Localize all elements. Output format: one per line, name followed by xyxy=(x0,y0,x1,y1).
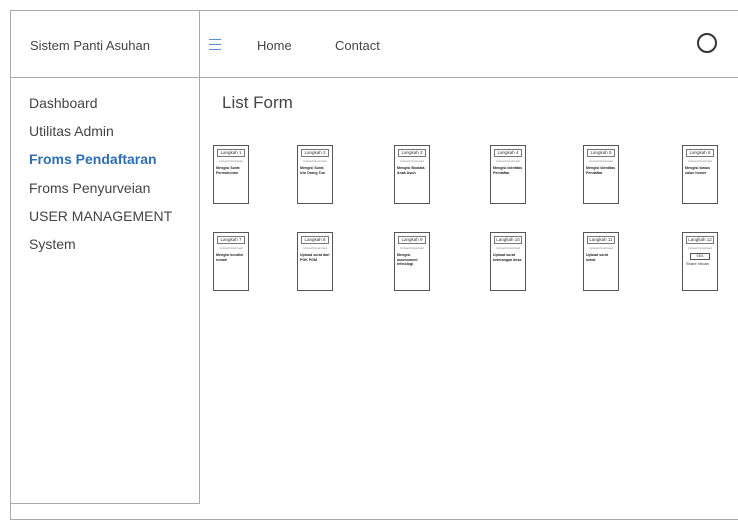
card-upload-download-link[interactable]: Upload Download xyxy=(492,246,524,250)
form-card[interactable]: Langkah 2 Upload Download Mengisi Surat Iz… xyxy=(297,145,333,204)
card-title: Langkah 2 xyxy=(301,149,329,157)
hamburger-menu-icon[interactable] xyxy=(209,39,221,51)
card-title: Langkah 4 xyxy=(494,149,522,157)
header-divider xyxy=(199,10,200,78)
card-upload-download-link[interactable]: Upload Download xyxy=(396,246,428,250)
card-upload-download-link[interactable]: Upload Download xyxy=(684,159,716,163)
card-upload-download-link[interactable]: Upload Download xyxy=(684,246,716,250)
form-card[interactable]: Langkah 5 Upload Download Mengisi Identita… xyxy=(583,145,619,204)
card-title: Langkah 3 xyxy=(398,149,426,157)
card-description: Mengisi kondisi rumah xyxy=(216,253,243,262)
nav-home-link[interactable]: Home xyxy=(257,38,292,53)
card-title: Langkah 9 xyxy=(398,236,426,244)
card-upload-download-link[interactable]: Upload Download xyxy=(215,246,247,250)
sidebar-item-utilitas-admin[interactable]: Utilitas Admin xyxy=(29,123,114,139)
card-description: Upload surat dari PGK PGM xyxy=(300,253,330,262)
card-title: Langkah 8 xyxy=(301,236,329,244)
card-upload-download-link[interactable]: Upload Download xyxy=(299,246,331,250)
card-upload-download-link[interactable]: Upload Download xyxy=(396,159,428,163)
card-title: Langkah 12 xyxy=(686,236,714,244)
card-description: Mengisi Surat Izin Orang Tua xyxy=(300,166,325,175)
card-title: Langkah 1 xyxy=(217,149,245,157)
nav-contact-link[interactable]: Contact xyxy=(335,38,380,53)
profile-circle-icon[interactable] xyxy=(697,33,717,53)
form-card[interactable]: Langkah 1 Upload Download Mengisi Surat Pe… xyxy=(213,145,249,204)
sidebar-item-system[interactable]: System xyxy=(29,236,76,252)
card-title: Langkah 6 xyxy=(686,149,714,157)
form-card[interactable]: Langkah 7 Upload Download Mengisi kondisi … xyxy=(213,232,249,291)
card-share-text: Share Infoan xyxy=(686,261,709,266)
card-action-button[interactable]: SEA xyxy=(690,253,710,260)
card-upload-download-link[interactable]: Upload Download xyxy=(299,159,331,163)
sidebar-item-dashboard[interactable]: Dashboard xyxy=(29,95,98,111)
sidebar-item-froms-penyurveian[interactable]: Froms Penyurveian xyxy=(29,180,150,196)
form-card[interactable]: Langkah 9 Upload Download Mengisi assessme… xyxy=(394,232,430,291)
card-description: Mengisi Biodata Anak Asuh xyxy=(397,166,425,175)
page-title: List Form xyxy=(222,93,293,112)
card-upload-download-link[interactable]: Upload Download xyxy=(585,246,617,250)
card-title: Langkah 7 xyxy=(217,236,245,244)
form-card[interactable]: Langkah 8 Upload Download Upload surat dar… xyxy=(297,232,333,291)
form-card[interactable]: Langkah 12 Upload Download SEA Share Infoan xyxy=(682,232,718,291)
sidebar-item-user-management[interactable]: USER MANAGEMENT xyxy=(29,208,172,224)
card-description: Upload surat sehat xyxy=(586,253,608,262)
brand-title[interactable]: Sistem Panti Asuhan xyxy=(30,38,150,53)
card-description: Upload surat keterangan desa xyxy=(493,253,522,262)
card-upload-download-link[interactable]: Upload Download xyxy=(492,159,524,163)
form-card[interactable]: Langkah 3 Upload Download Mengisi Biodata … xyxy=(394,145,430,204)
form-card[interactable]: Langkah 6 Upload Download Mengisi status c… xyxy=(682,145,718,204)
card-upload-download-link[interactable]: Upload Download xyxy=(585,159,617,163)
card-description: Mengisi assessment tehnologi xyxy=(397,253,418,267)
form-card[interactable]: Langkah 4 Upload Download Mengisi Identita… xyxy=(490,145,526,204)
card-description: Mengisi Identitas Pendaftar xyxy=(586,166,616,175)
card-title: Langkah 5 xyxy=(587,149,615,157)
form-card[interactable]: Langkah 10 Upload Download Upload surat ke… xyxy=(490,232,526,291)
card-description: Mengisi Identitas Pendaftar xyxy=(493,166,523,175)
card-title: Langkah 11 xyxy=(587,236,615,244)
card-description: Mengisi Surat Permohonan xyxy=(216,166,240,175)
sidebar xyxy=(10,78,200,504)
sidebar-item-froms-pendaftaran[interactable]: Froms Pendaftaran xyxy=(29,151,157,167)
form-card[interactable]: Langkah 11 Upload Download Upload surat se… xyxy=(583,232,619,291)
card-description: Mengisi status calon homer xyxy=(685,166,710,175)
card-upload-download-link[interactable]: Upload Download xyxy=(215,159,247,163)
card-title: Langkah 10 xyxy=(494,236,522,244)
